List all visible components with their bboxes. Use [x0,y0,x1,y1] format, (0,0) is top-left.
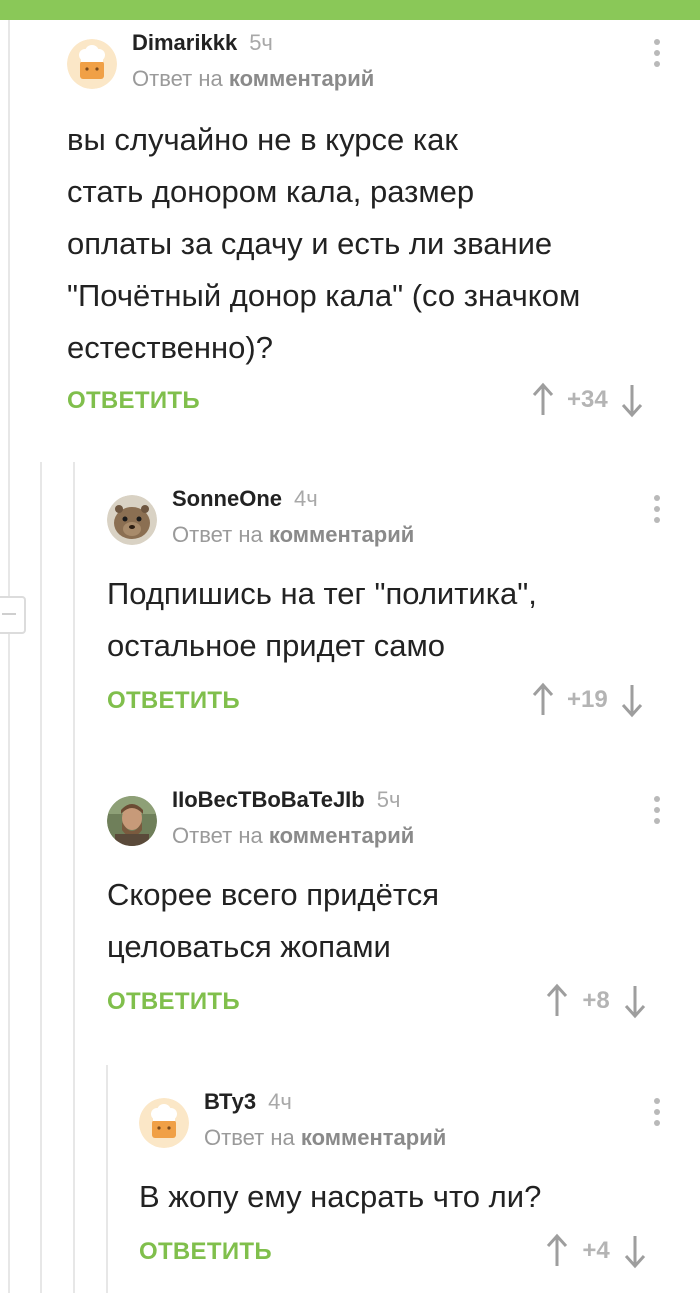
arrow-down-icon[interactable] [620,382,644,418]
vote-score: +8 [582,987,610,1014]
reply-info: Ответ на комментарий [172,522,415,547]
timestamp: 5ч [249,30,273,55]
more-vertical-icon[interactable] [649,492,665,532]
vote-score: +19 [567,686,608,713]
default-avatar-icon [139,1098,189,1148]
arrow-up-icon[interactable] [531,682,555,718]
timestamp: 5ч [376,787,401,812]
thread-line-root [8,20,10,1293]
avatar[interactable] [107,495,157,545]
arrow-up-icon[interactable] [545,1233,569,1269]
arrow-up-icon[interactable] [545,983,569,1019]
vote-controls: +34 [531,380,644,420]
reply-button[interactable]: ОТВЕТИТЬ [107,687,240,715]
comment-text: Скорее всего придётся целоваться жопами [107,877,440,964]
reply-target-link[interactable]: комментарий [301,1125,446,1150]
top-bar [0,0,700,20]
vote-controls: +4 [545,1231,647,1271]
timestamp: 4ч [268,1089,292,1114]
arrow-down-icon[interactable] [620,682,644,718]
more-vertical-icon[interactable] [649,1095,665,1135]
comment-iiobectbobatejib: IIoBecTBoBaTeJIb 5ч Ответ на комментарий … [107,781,687,1031]
arrow-down-icon[interactable] [623,1233,647,1269]
username[interactable]: ВТу3 4ч [204,1089,292,1115]
reply-info: Ответ на комментарий [204,1125,447,1150]
reply-info: Ответ на комментарий [172,823,415,848]
comment-sonneone: SonneOne 4ч Ответ на комментарий Подпишис… [107,480,687,730]
arrow-down-icon[interactable] [623,983,647,1019]
default-avatar-icon [67,39,117,89]
thread-line-level1 [40,462,42,1293]
vote-controls: +19 [531,680,644,720]
vote-score: +34 [567,386,608,413]
username[interactable]: Dimarikkk 5ч [132,30,273,56]
thread-line-level3 [106,1065,108,1293]
comment-text: В жопу ему насрать что ли? [139,1179,542,1214]
hyrax-photo-icon [107,495,157,545]
reply-info: Ответ на комментарий [132,66,375,91]
reply-button[interactable]: ОТВЕТИТЬ [107,988,240,1016]
timestamp: 4ч [294,486,318,511]
vote-score: +4 [582,1237,610,1264]
thread-line-level2 [73,462,75,1293]
comment-vtu3: ВТу3 4ч Ответ на комментарий В жопу ему н… [139,1083,687,1283]
reply-target-link[interactable]: комментарий [269,522,414,547]
comment-dimarikkk: Dimarikkk 5ч Ответ на комментарий вы случ… [67,24,687,444]
comment-text: Подпишись на тег "политика", остальное п… [107,576,537,663]
avatar[interactable] [139,1098,189,1148]
collapse-thread-button[interactable] [0,596,26,634]
reply-button[interactable]: ОТВЕТИТЬ [67,387,200,415]
reply-target-link[interactable]: комментарий [269,823,414,848]
username[interactable]: IIoBecTBoBaTeJIb 5ч [172,787,400,813]
more-vertical-icon[interactable] [649,36,665,76]
arrow-up-icon[interactable] [531,382,555,418]
man-photo-icon [107,796,157,846]
avatar[interactable] [67,39,117,89]
reply-button[interactable]: ОТВЕТИТЬ [139,1238,272,1266]
reply-target-link[interactable]: комментарий [229,66,374,91]
comment-text: вы случайно не в курсе как стать донором… [67,122,581,365]
avatar[interactable] [107,796,157,846]
username[interactable]: SonneOne 4ч [172,486,318,512]
vote-controls: +8 [545,981,647,1021]
more-vertical-icon[interactable] [649,793,665,833]
